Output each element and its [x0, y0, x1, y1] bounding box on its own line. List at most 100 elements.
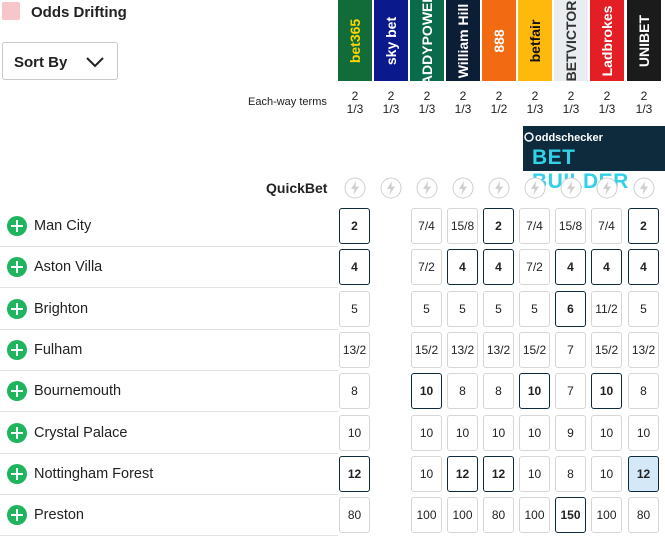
odds-cell[interactable]: 4 [591, 249, 622, 286]
quickbet-lightning-icon[interactable] [524, 177, 546, 199]
odds-cell[interactable]: 12 [483, 455, 514, 492]
add-selection-icon[interactable] [7, 339, 27, 360]
odds-cell[interactable]: 10 [483, 414, 514, 451]
odds-cell[interactable]: 4 [447, 249, 478, 286]
quickbet-lightning-icon[interactable] [380, 177, 402, 199]
odds-cell[interactable]: 7/4 [591, 208, 622, 244]
odds-cell[interactable]: 13/2 [483, 331, 514, 368]
odds-cell[interactable]: 15/8 [447, 208, 478, 244]
add-selection-icon[interactable] [7, 298, 27, 319]
odds-cell[interactable]: 5 [411, 290, 442, 327]
odds-cell[interactable]: 10 [591, 373, 622, 410]
team-name[interactable]: Brighton [34, 301, 88, 317]
team-name[interactable]: Preston [34, 507, 84, 523]
quickbet-lightning-icon[interactable] [452, 177, 474, 199]
odds-cell[interactable]: 10 [519, 455, 550, 492]
odds-cell[interactable]: 150 [555, 497, 586, 534]
bookmaker-logo[interactable]: BETVICTOR [554, 0, 588, 81]
bookmaker-logo[interactable]: PADDYPOWER. [410, 0, 444, 81]
odds-cell[interactable]: 8 [628, 373, 659, 410]
odds-cell[interactable]: 7 [555, 373, 586, 410]
team-name[interactable]: Man City [34, 218, 91, 234]
odds-cell[interactable]: 7 [555, 331, 586, 368]
odds-cell[interactable]: 9 [555, 414, 586, 451]
odds-cell[interactable]: 4 [628, 249, 659, 286]
quickbet-lightning-icon[interactable] [633, 177, 655, 199]
odds-cell[interactable]: 100 [411, 497, 442, 534]
odds-cell[interactable]: 80 [339, 497, 370, 534]
odds-cell[interactable]: 12 [628, 455, 659, 492]
odds-cell[interactable]: 15/2 [519, 331, 550, 368]
odds-cell[interactable]: 4 [555, 249, 586, 286]
bookmaker-logo[interactable]: UNIBET [627, 0, 661, 81]
quickbet-lightning-icon[interactable] [344, 177, 366, 199]
quickbet-lightning-icon[interactable] [596, 177, 618, 199]
add-selection-icon[interactable] [7, 505, 27, 526]
bet-builder-banner[interactable]: oddschecker BET BUILDER [523, 126, 665, 193]
odds-cell[interactable]: 5 [628, 290, 659, 327]
odds-cell[interactable]: 13/2 [628, 331, 659, 368]
odds-cell[interactable]: 7/4 [519, 208, 550, 244]
odds-cell[interactable]: 2 [483, 208, 514, 244]
team-name[interactable]: Crystal Palace [34, 425, 127, 441]
odds-cell[interactable]: 7/2 [519, 249, 550, 286]
odds-cell[interactable]: 15/2 [411, 331, 442, 368]
odds-cell[interactable]: 13/2 [447, 331, 478, 368]
odds-cell[interactable]: 12 [447, 455, 478, 492]
odds-cell[interactable]: 10 [591, 414, 622, 451]
odds-cell[interactable]: 10 [447, 414, 478, 451]
odds-cell[interactable]: 10 [628, 414, 659, 451]
odds-cell[interactable]: 13/2 [339, 331, 370, 368]
sort-by-dropdown[interactable]: Sort By [2, 42, 118, 80]
odds-cell[interactable]: 80 [628, 497, 659, 534]
odds-cell[interactable]: 5 [483, 290, 514, 327]
add-selection-icon[interactable] [7, 257, 27, 278]
odds-cell[interactable]: 8 [555, 455, 586, 492]
add-selection-icon[interactable] [7, 216, 27, 236]
odds-cell[interactable]: 5 [519, 290, 550, 327]
odds-cell[interactable]: 8 [483, 373, 514, 410]
odds-cell[interactable]: 10 [519, 414, 550, 451]
odds-cell[interactable]: 7/4 [411, 208, 442, 244]
odds-cell[interactable]: 2 [339, 208, 370, 244]
odds-cell[interactable]: 15/2 [591, 331, 622, 368]
odds-cell[interactable]: 10 [411, 414, 442, 451]
team-name[interactable]: Fulham [34, 342, 82, 358]
quickbet-lightning-icon[interactable] [488, 177, 510, 199]
odds-cell[interactable]: 11/2 [591, 290, 622, 327]
bookmaker-logo[interactable]: sky bet [374, 0, 408, 81]
team-name[interactable]: Aston Villa [34, 259, 102, 275]
odds-cell[interactable]: 10 [591, 455, 622, 492]
odds-cell[interactable]: 100 [591, 497, 622, 534]
odds-cell[interactable]: 10 [519, 373, 550, 410]
odds-cell[interactable]: 7/2 [411, 249, 442, 286]
bookmaker-logo[interactable]: bet365 [338, 0, 372, 81]
odds-cell[interactable]: 8 [339, 373, 370, 410]
bookmaker-logo[interactable]: William Hill [446, 0, 480, 81]
odds-cell[interactable]: 100 [519, 497, 550, 534]
odds-cell[interactable]: 10 [339, 414, 370, 451]
odds-cell[interactable]: 100 [447, 497, 478, 534]
quickbet-lightning-icon[interactable] [560, 177, 582, 199]
team-name[interactable]: Nottingham Forest [34, 466, 153, 482]
odds-cell[interactable]: 12 [339, 455, 370, 492]
team-name[interactable]: Bournemouth [34, 383, 121, 399]
odds-cell[interactable]: 10 [411, 373, 442, 410]
odds-cell[interactable]: 5 [339, 290, 370, 327]
bookmaker-logo[interactable]: betfair [518, 0, 552, 81]
odds-cell[interactable]: 80 [483, 497, 514, 534]
add-selection-icon[interactable] [7, 463, 27, 484]
add-selection-icon[interactable] [7, 381, 27, 402]
add-selection-icon[interactable] [7, 422, 27, 443]
odds-cell[interactable]: 4 [483, 249, 514, 286]
quickbet-lightning-icon[interactable] [416, 177, 438, 199]
odds-cell[interactable]: 6 [555, 290, 586, 327]
odds-cell[interactable]: 2 [628, 208, 659, 244]
odds-cell[interactable]: 4 [339, 249, 370, 286]
odds-cell[interactable]: 5 [447, 290, 478, 327]
odds-cell[interactable]: 10 [411, 455, 442, 492]
bookmaker-logo[interactable]: Ladbrokes [590, 0, 624, 81]
odds-cell[interactable]: 8 [447, 373, 478, 410]
odds-cell[interactable]: 15/8 [555, 208, 586, 244]
bookmaker-logo[interactable]: 888 [482, 0, 516, 81]
